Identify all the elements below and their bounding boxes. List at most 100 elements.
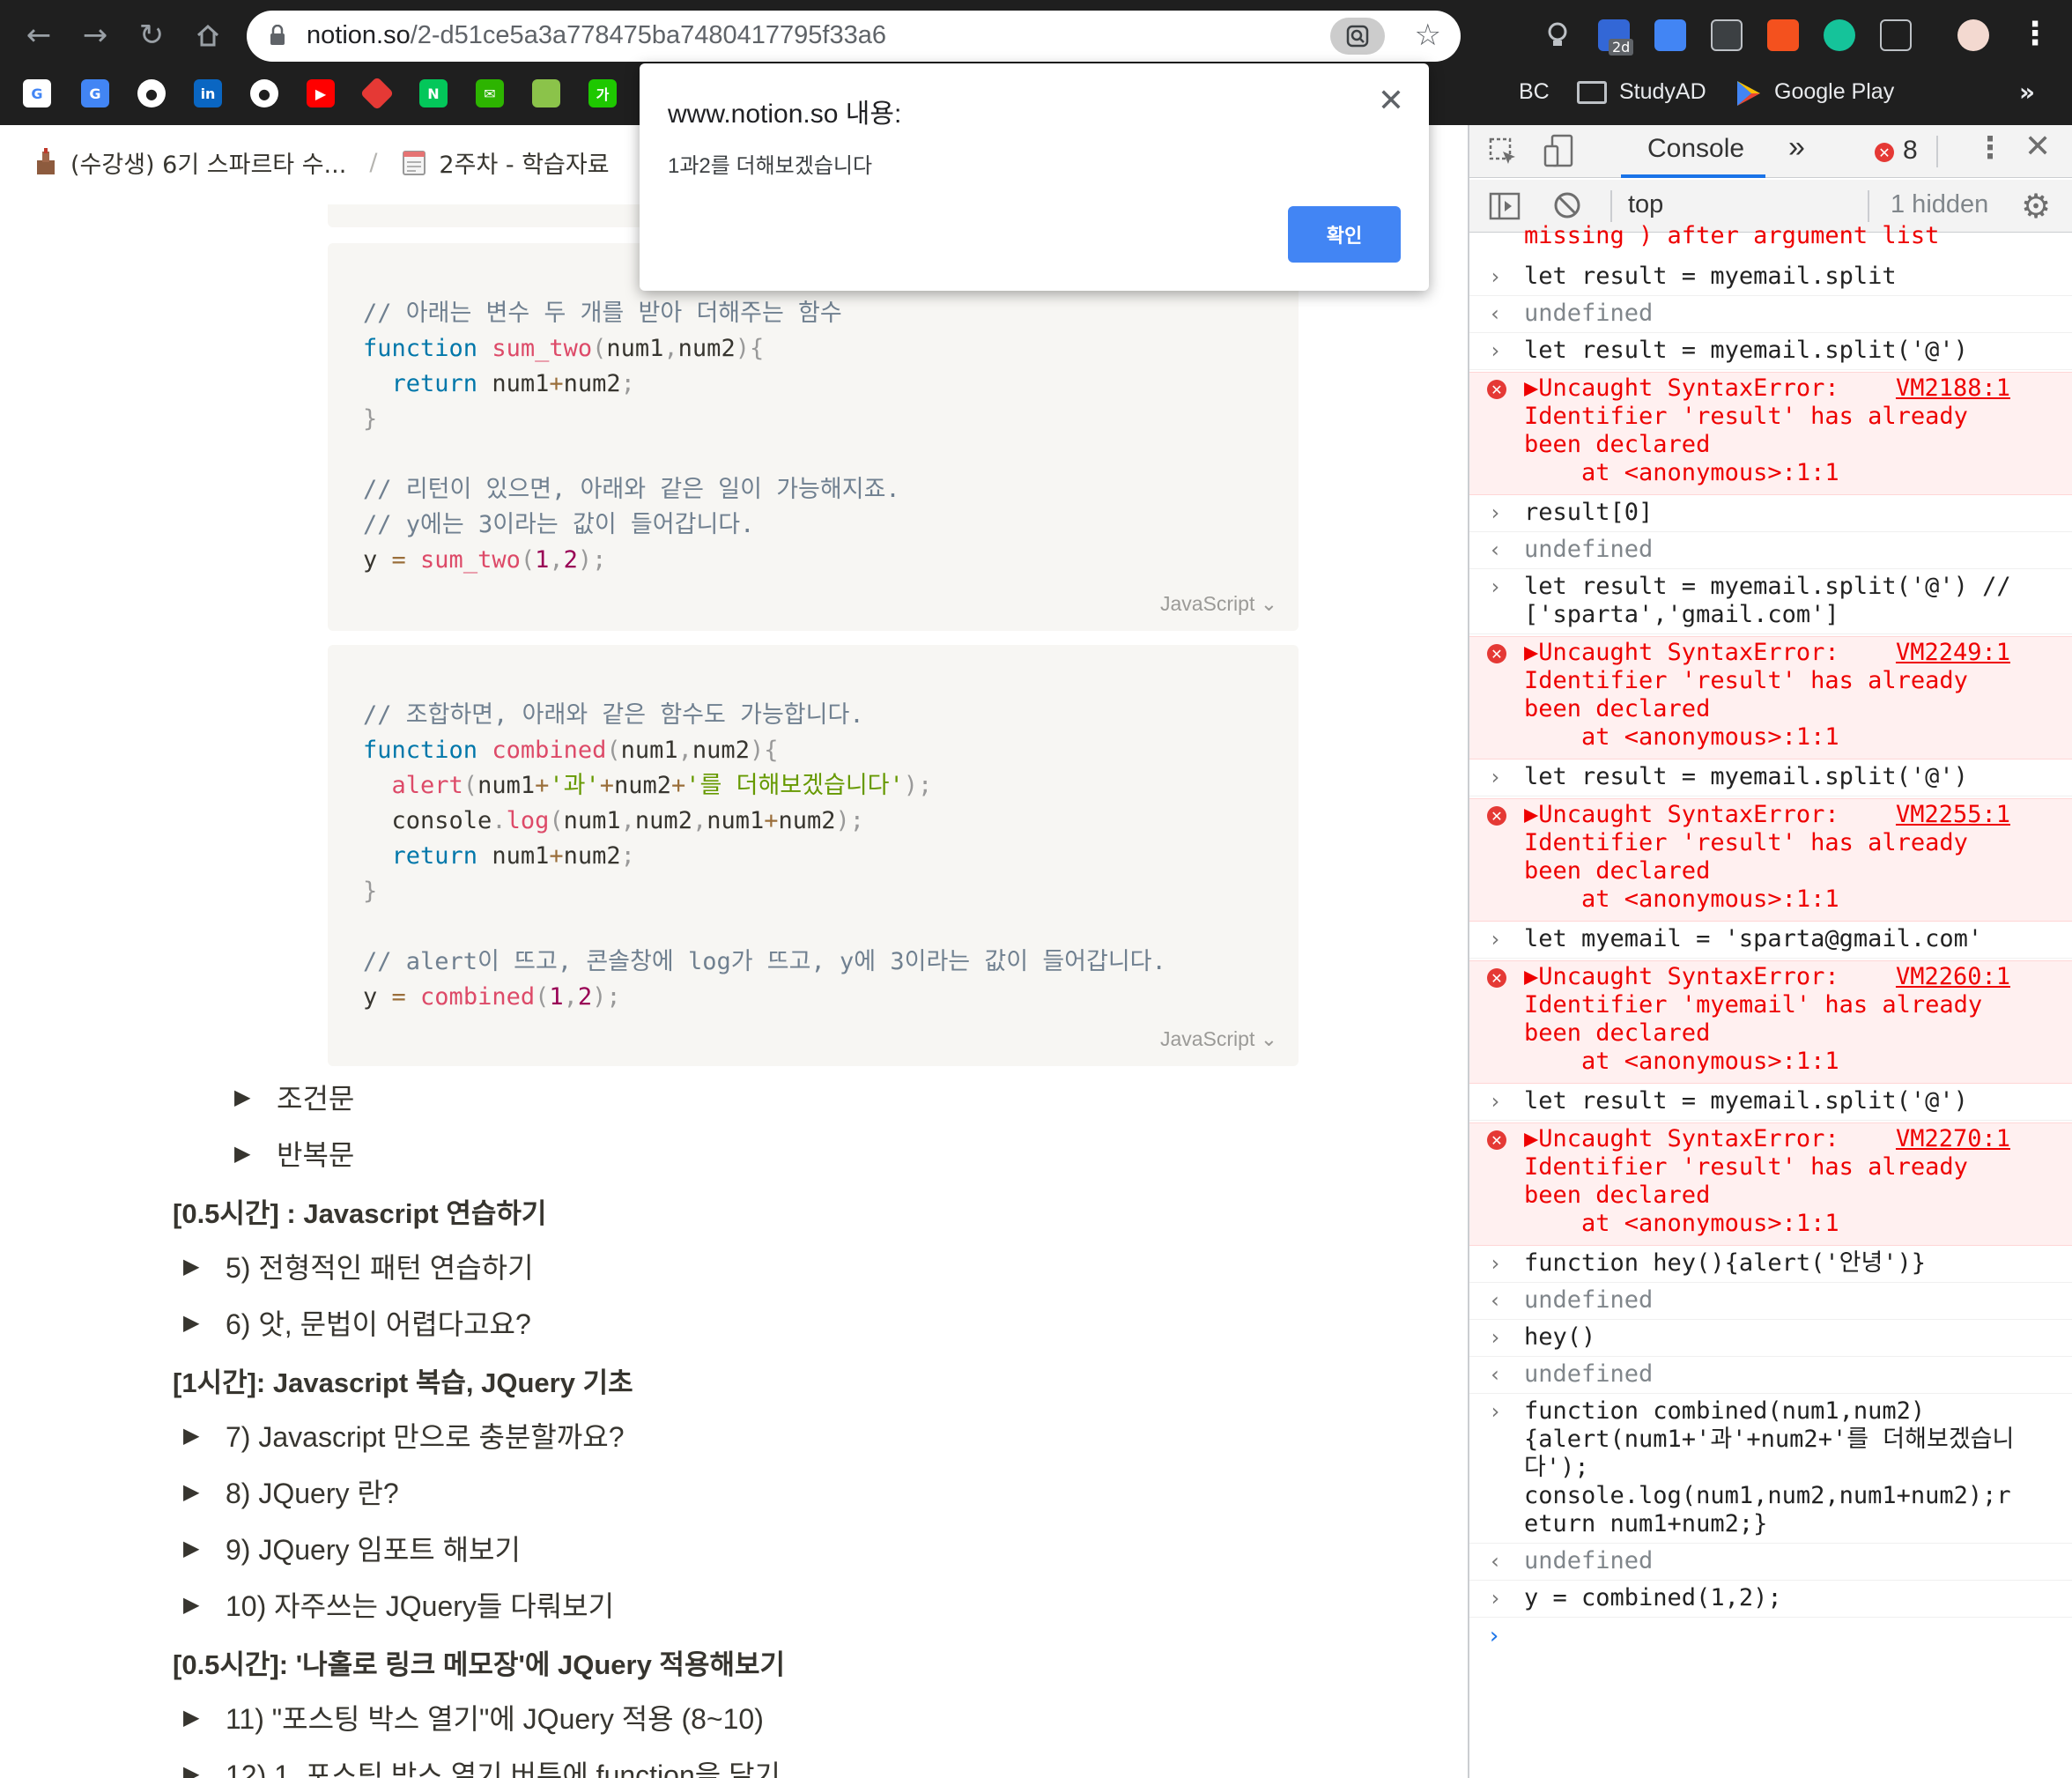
console-input-row[interactable]: › function hey(){alert('안녕')} — [1469, 1248, 2072, 1283]
toggle-item[interactable]: ▶ 9) JQuery 임포트 해보기 — [183, 1528, 521, 1568]
console-input-row[interactable]: › let result = myemail.split('@') — [1469, 335, 2072, 370]
globe-bookmark-icon-2[interactable]: ● — [250, 79, 278, 107]
bookmark-star-icon[interactable]: ☆ — [1415, 18, 1441, 53]
more-tabs-icon[interactable]: » — [1788, 130, 1805, 165]
console-result-row[interactable]: ‹ undefined — [1469, 1545, 2072, 1581]
globe-bookmark-icon[interactable]: ● — [137, 79, 166, 107]
translate-icon[interactable] — [1654, 19, 1686, 51]
toggle-conditional[interactable]: ▶ 조건문 — [234, 1077, 354, 1117]
bookmark-studyad[interactable]: StudyAD — [1619, 79, 1706, 105]
console-input-row[interactable]: › let result = myemail.split — [1469, 261, 2072, 296]
toggle-item[interactable]: ▶ 8) JQuery 란? — [183, 1471, 399, 1512]
toggle-label: 9) JQuery 임포트 해보기 — [226, 1534, 521, 1566]
console-result-row[interactable]: ‹ undefined — [1469, 534, 2072, 569]
home-icon[interactable] — [189, 16, 227, 55]
mail-bookmark-icon[interactable]: ✉ — [476, 79, 504, 107]
sidebar-toggle-icon[interactable] — [1489, 192, 1521, 224]
avatar[interactable] — [1957, 19, 1989, 51]
toggle-triangle-icon[interactable]: ▶ — [234, 1085, 254, 1110]
toggle-loop[interactable]: ▶ 반복문 — [234, 1133, 354, 1174]
toggle-triangle-icon[interactable]: ▶ — [183, 1705, 203, 1730]
dictionary-icon[interactable] — [1711, 19, 1743, 51]
code-block-sum-two[interactable]: // 아래는 변수 두 개를 받아 더해주는 함수 function sum_t… — [328, 243, 1299, 631]
address-bar[interactable]: notion.so/2-d51ce5a3a778475ba7480417795f… — [247, 11, 1461, 62]
forward-icon[interactable]: → — [76, 16, 115, 55]
clear-console-icon[interactable] — [1552, 190, 1582, 224]
reload-icon[interactable]: ↻ — [132, 16, 171, 55]
naver-bookmark-icon[interactable]: N — [419, 79, 448, 107]
ok-button[interactable]: 확인 — [1288, 206, 1401, 263]
tab-console[interactable]: Console — [1647, 134, 1744, 164]
input-chevron-icon: › — [1489, 264, 1502, 289]
breadcrumb-item[interactable]: 2주차 - 학습자료 — [400, 145, 610, 180]
console-input-row[interactable]: › y = combined(1,2); — [1469, 1582, 2072, 1618]
gear-icon[interactable]: ⚙ — [2021, 187, 2051, 226]
console-input-row[interactable]: › function combined(num1,num2) {alert(num… — [1469, 1396, 2072, 1544]
toggle-item[interactable]: ▶ 10) 자주쓰는 JQuery들 다뤄보기 — [183, 1584, 614, 1625]
error-icon: ✕ — [1487, 644, 1506, 663]
section-heading: [0.5시간] : Javascript 연습하기 — [173, 1198, 547, 1229]
console-input-row[interactable]: › let result = myemail.split('@') — [1469, 761, 2072, 796]
ga-bookmark-icon[interactable]: 가 — [588, 79, 617, 107]
code-block-combined[interactable]: // 조합하면, 아래와 같은 함수도 가능합니다. function comb… — [328, 645, 1299, 1066]
google-bookmark-icon[interactable]: G — [23, 79, 51, 107]
grammarly-icon[interactable] — [1824, 19, 1855, 51]
green-bookmark-icon[interactable] — [532, 79, 560, 107]
close-devtools-icon[interactable]: ✕ — [2024, 129, 2051, 165]
toggle-triangle-icon[interactable]: ▶ — [234, 1141, 254, 1167]
console-input-row[interactable]: › let result = myemail.split('@') — [1469, 1085, 2072, 1121]
active-tab-indicator — [1621, 174, 1765, 178]
context-selector[interactable]: top — [1628, 190, 1663, 219]
toggle-triangle-icon[interactable]: ▶ — [183, 1423, 203, 1448]
back-icon[interactable]: ← — [19, 16, 58, 55]
console-error-row[interactable]: ✕ VM2260:1 ▶Uncaught SyntaxError: Identifi… — [1469, 960, 2072, 1084]
close-icon[interactable]: ✕ — [1378, 83, 1404, 119]
bookmark-bc[interactable]: BC — [1519, 79, 1550, 105]
lens-icon[interactable] — [1330, 18, 1385, 55]
error-icon: ✕ — [1487, 1130, 1506, 1150]
translate-bookmark-icon[interactable]: G — [81, 79, 109, 107]
bookmark-google-play[interactable]: Google Play — [1774, 79, 1894, 105]
linkedin-bookmark-icon[interactable]: in — [194, 79, 222, 107]
inspect-element-icon[interactable] — [1489, 137, 1519, 171]
toggle-triangle-icon[interactable]: ▶ — [183, 1536, 203, 1561]
youtube-bookmark-icon[interactable]: ▶ — [307, 79, 335, 107]
toggle-item[interactable]: ▶ 11) "포스팅 박스 열기"에 JQuery 적용 (8~10) — [183, 1697, 764, 1737]
toggle-item[interactable]: ▶ 5) 전형적인 패턴 연습하기 — [183, 1246, 534, 1286]
console-result-row[interactable]: ‹ undefined — [1469, 1359, 2072, 1394]
console-error-row[interactable]: ✕ VM2188:1 ▶Uncaught SyntaxError: Identifi… — [1469, 372, 2072, 495]
console-input-row[interactable]: › let myemail = 'sparta@gmail.com' — [1469, 923, 2072, 959]
console-input-row[interactable]: › result[0] — [1469, 497, 2072, 532]
console-input-row[interactable]: › hey() — [1469, 1322, 2072, 1357]
console-prompt-icon[interactable]: › — [1487, 1623, 1501, 1649]
console-result-row[interactable]: ‹ undefined — [1469, 1285, 2072, 1320]
hidden-messages-count[interactable]: 1 hidden — [1891, 190, 1988, 219]
bookmarks-more-icon[interactable]: » — [2019, 78, 2035, 107]
console-input-row[interactable]: › let result = myemail.split('@') // ['sp… — [1469, 571, 2072, 634]
devtools-menu-icon[interactable]: ⋮ — [1975, 130, 2005, 166]
language-select[interactable]: JavaScript ⌄ — [1160, 1027, 1277, 1051]
toggle-item[interactable]: ▶ 12) 1. 포스팅 박스 열기 버튼에 function을 달기 — [183, 1753, 781, 1778]
toggle-item[interactable]: ▶ 7) Javascript 만으로 충분할까요? — [183, 1415, 625, 1456]
console-error-row[interactable]: ✕ VM2270:1 ▶Uncaught SyntaxError: Identifi… — [1469, 1122, 2072, 1246]
red-gem-bookmark-icon[interactable] — [359, 76, 395, 111]
toggle-triangle-icon[interactable]: ▶ — [183, 1479, 203, 1505]
console-result-row[interactable]: ‹ undefined — [1469, 298, 2072, 333]
console-text: let result = myemail.split — [1524, 263, 1897, 290]
error-count[interactable]: 8 — [1903, 136, 1918, 166]
console-error-row[interactable]: ✕ VM2249:1 ▶Uncaught SyntaxError: Identifi… — [1469, 636, 2072, 759]
toggle-triangle-icon[interactable]: ▶ — [183, 1310, 203, 1336]
toggle-triangle-icon[interactable]: ▶ — [183, 1592, 203, 1618]
language-select[interactable]: JavaScript ⌄ — [1160, 592, 1277, 616]
toggle-item[interactable]: ▶ 6) 앗, 문법이 어렵다고요? — [183, 1302, 531, 1343]
toggle-triangle-icon[interactable]: ▶ — [183, 1761, 203, 1778]
toggle-triangle-icon[interactable]: ▶ — [183, 1254, 203, 1279]
glasses-ext-icon[interactable] — [1880, 19, 1912, 51]
folder-icon — [1577, 81, 1607, 104]
console-error-row[interactable]: ✕ VM2255:1 ▶Uncaught SyntaxError: Identifi… — [1469, 798, 2072, 922]
chrome-menu-icon[interactable]: ⋮ — [2019, 16, 2051, 52]
breadcrumb-item[interactable]: (수강생) 6기 스파르타 수... — [32, 145, 346, 180]
lightbulb-icon[interactable] — [1542, 19, 1573, 51]
device-toolbar-icon[interactable] — [1543, 134, 1579, 173]
ex-ext-icon[interactable] — [1767, 19, 1799, 51]
